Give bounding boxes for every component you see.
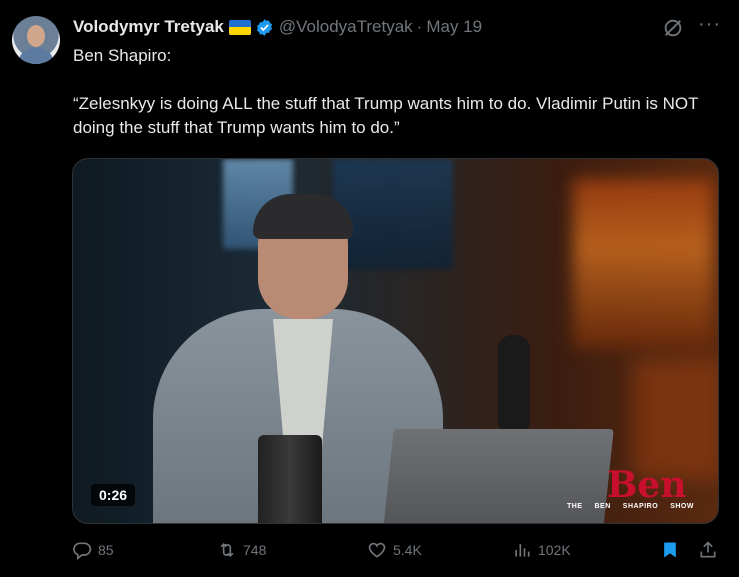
logo-word: BEN [594,503,611,510]
logo-word: SHAPIRO [622,503,659,510]
tweet-text-line: Ben Shapiro: [73,46,172,65]
bookmark-icon [664,542,676,558]
avatar[interactable] [12,16,60,64]
author-name[interactable]: Volodymyr Tretyak [73,17,224,37]
logo-word: THE [567,503,583,510]
person-hair [253,194,353,239]
background-light [573,179,713,349]
tweet-header: Volodymyr Tretyak @VolodyaTretyak · May … [73,16,482,38]
repost-count: 748 [243,542,267,558]
tweet[interactable]: Volodymyr Tretyak @VolodyaTretyak · May … [0,0,739,577]
reply-count: 85 [98,542,114,558]
more-icon[interactable]: ··· [698,14,722,38]
grok-icon[interactable] [662,17,684,39]
repost-button[interactable]: 748 [217,540,266,560]
views-icon [515,544,530,557]
separator-dot: · [416,17,423,36]
show-logo-sub: THE BEN SHAPIRO SHOW [567,503,694,510]
video-duration: 0:26 [91,484,136,506]
share-button[interactable] [698,540,724,560]
tweet-date[interactable]: May 19 [426,17,482,37]
background-screen [333,159,453,269]
microphone [498,335,530,435]
like-button[interactable]: 5.4K [367,540,422,560]
share-icon [700,541,716,558]
tweet-quote: “Zelesnkyy is doing ALL the stuff that T… [73,94,699,137]
logo-word: SHOW [670,503,694,510]
video-player[interactable]: Ben THE BEN SHAPIRO SHOW 0:26 [72,158,719,524]
reply-icon [73,542,92,560]
cup [258,435,322,523]
show-logo: Ben [607,464,687,506]
tweet-text: Ben Shapiro: “Zelesnkyy is doing ALL the… [73,44,723,140]
verified-badge-icon[interactable] [255,18,274,37]
action-bar: 85 748 5.4K 102K [72,540,722,564]
author-handle[interactable]: @VolodyaTretyak [279,17,413,37]
views-button[interactable]: 102K [512,540,571,560]
ukraine-flag-icon [228,19,251,35]
repost-icon [220,542,234,558]
background-light [633,359,718,479]
like-count: 5.4K [393,542,422,558]
heart-icon [368,542,386,558]
views-count: 102K [538,542,571,558]
reply-button[interactable]: 85 [72,540,114,560]
bookmark-button[interactable] [660,540,686,560]
